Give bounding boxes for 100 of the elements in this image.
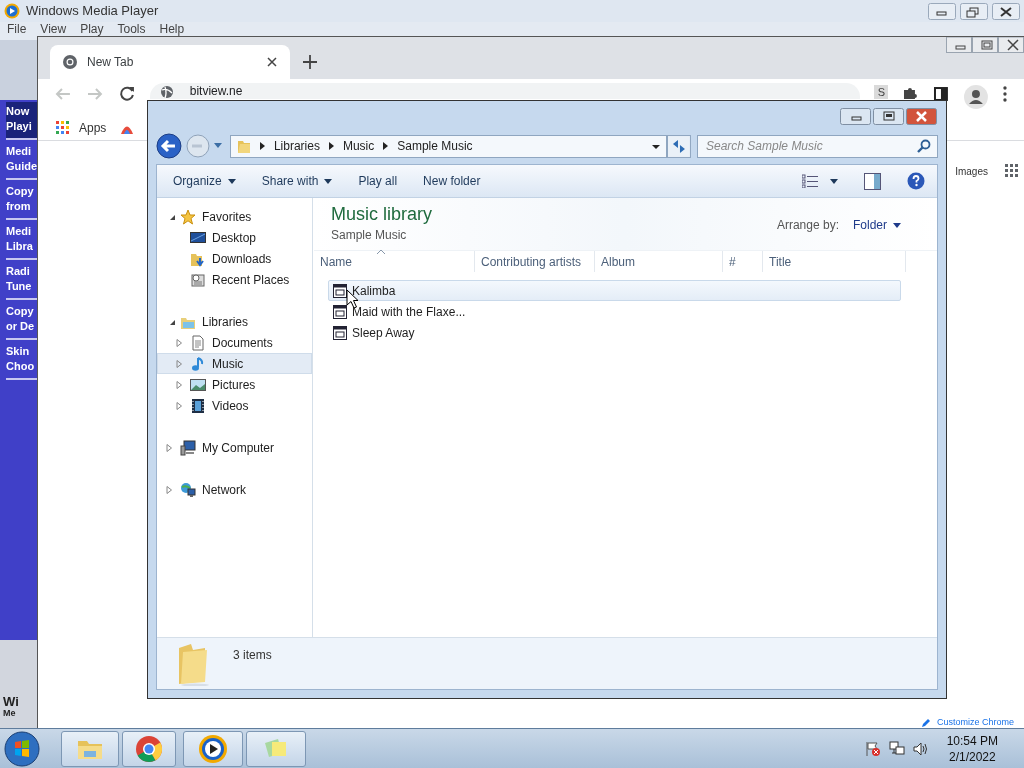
start-button[interactable] bbox=[3, 729, 41, 768]
nav-item[interactable]: Music bbox=[157, 353, 312, 374]
bookmark-item[interactable]: Apps bbox=[55, 118, 107, 137]
apps-grid-icon bbox=[55, 119, 71, 136]
menu-item[interactable]: File bbox=[7, 22, 27, 36]
nav-item[interactable]: Recent Places bbox=[157, 269, 312, 290]
breadcrumb-item[interactable]: Music bbox=[342, 137, 375, 155]
file-row[interactable]: Maid with the Flaxe... bbox=[328, 301, 901, 322]
reload-icon[interactable] bbox=[117, 85, 136, 103]
audio-file-icon bbox=[333, 283, 347, 298]
item-count: 3 items bbox=[233, 647, 272, 664]
new-tab-icon[interactable] bbox=[302, 54, 318, 70]
breadcrumb-item[interactable]: Sample Music bbox=[397, 137, 473, 155]
nav-item[interactable]: Libraries bbox=[157, 311, 312, 332]
audio-file-icon bbox=[333, 325, 347, 340]
volume-icon[interactable] bbox=[912, 740, 929, 757]
menu-item[interactable]: Play bbox=[80, 22, 104, 36]
star-icon bbox=[180, 208, 196, 225]
network-icon bbox=[180, 481, 196, 498]
search-icon[interactable] bbox=[917, 138, 931, 153]
picture-icon bbox=[190, 376, 206, 393]
close-button[interactable] bbox=[998, 37, 1024, 53]
restore-button[interactable] bbox=[960, 2, 988, 20]
computer-icon bbox=[180, 439, 196, 456]
search-field[interactable]: Search Sample Music bbox=[697, 134, 938, 158]
command-button[interactable]: Organize bbox=[165, 169, 244, 193]
nav-item[interactable]: Videos bbox=[157, 395, 312, 416]
logo-text: Me bbox=[3, 708, 17, 718]
column-header[interactable]: # bbox=[723, 251, 763, 272]
column-header[interactable]: Name bbox=[314, 251, 475, 272]
maximize-button[interactable] bbox=[873, 107, 904, 125]
minimize-button[interactable] bbox=[928, 2, 956, 20]
taskbar-button[interactable] bbox=[61, 730, 119, 767]
view-options-icon[interactable] bbox=[802, 174, 818, 188]
arrange-label: Arrange by: bbox=[776, 217, 839, 234]
caret-icon bbox=[893, 222, 901, 228]
recent-pages-icon[interactable] bbox=[213, 143, 222, 149]
preview-pane-icon[interactable] bbox=[864, 172, 881, 190]
media-player-icon bbox=[197, 732, 229, 765]
address-bar[interactable]: Libraries Music Sample Music bbox=[229, 134, 668, 158]
library-subtitle: Sample Music bbox=[331, 227, 408, 244]
sort-ascending-icon bbox=[377, 249, 385, 254]
command-button[interactable]: Share with bbox=[253, 169, 341, 193]
refresh-button[interactable] bbox=[667, 134, 691, 158]
customize-button[interactable]: Customize Chrome bbox=[920, 717, 1014, 728]
window-title: Windows Media Player bbox=[26, 2, 159, 21]
column-header[interactable]: Title bbox=[763, 251, 906, 272]
taskbar-button[interactable] bbox=[122, 730, 176, 767]
audio-file-icon bbox=[333, 304, 347, 319]
caret-icon bbox=[227, 178, 236, 184]
browser-logo-icon bbox=[62, 54, 78, 70]
address-bar[interactable]: bitview.ne bbox=[149, 83, 861, 99]
command-button[interactable]: New folder bbox=[415, 169, 489, 193]
nav-item[interactable]: Favorites bbox=[157, 206, 312, 227]
library-title: Music library bbox=[331, 203, 432, 226]
action-center-icon[interactable] bbox=[864, 740, 881, 757]
breadcrumb-item[interactable]: Libraries bbox=[273, 137, 320, 155]
monitor-icon bbox=[190, 229, 206, 246]
menu-icon[interactable] bbox=[1002, 85, 1008, 103]
link[interactable]: Images bbox=[955, 163, 988, 179]
close-button[interactable] bbox=[992, 2, 1020, 20]
nav-item[interactable]: Desktop bbox=[157, 227, 312, 248]
nav-item[interactable]: Downloads bbox=[157, 248, 312, 269]
help-icon[interactable] bbox=[907, 172, 925, 190]
chevron-icon bbox=[328, 142, 334, 150]
film-strip-icon bbox=[190, 397, 206, 414]
arrange-dropdown[interactable]: Folder bbox=[853, 216, 901, 234]
caret-icon[interactable] bbox=[830, 178, 838, 184]
taskbar-button[interactable] bbox=[246, 730, 306, 767]
browser-tab[interactable]: New Tab bbox=[50, 45, 290, 79]
clock[interactable]: 10:54 PM 2/1/2022 bbox=[946, 732, 998, 765]
menu-item[interactable]: View bbox=[40, 22, 67, 36]
column-header[interactable]: Album bbox=[595, 251, 723, 272]
extension-icon[interactable]: S bbox=[874, 85, 889, 99]
back-button[interactable] bbox=[156, 133, 182, 159]
nav-item[interactable]: Documents bbox=[157, 332, 312, 353]
media-player-icon bbox=[4, 3, 20, 19]
command-button[interactable]: Play all bbox=[350, 169, 406, 193]
menu-item[interactable]: Tools bbox=[117, 22, 146, 36]
nav-item[interactable]: Pictures bbox=[157, 374, 312, 395]
caret-icon bbox=[324, 178, 333, 184]
nav-item[interactable]: Network bbox=[157, 479, 312, 500]
profile-icon[interactable] bbox=[964, 85, 988, 109]
chevron-icon bbox=[383, 142, 389, 150]
close-tab-icon[interactable] bbox=[266, 56, 278, 68]
file-row[interactable]: Kalimba bbox=[328, 280, 901, 301]
logo-text: Wi bbox=[3, 695, 20, 708]
folder-icon bbox=[236, 138, 251, 154]
network-icon[interactable] bbox=[888, 740, 905, 757]
apps-grid-icon[interactable] bbox=[1004, 163, 1020, 179]
sidebar-icon[interactable] bbox=[932, 85, 951, 103]
file-row[interactable]: Sleep Away bbox=[328, 322, 901, 343]
puzzle-icon[interactable] bbox=[902, 85, 919, 99]
recent-places-icon bbox=[190, 271, 206, 288]
sidebar-item[interactable]: Now Playi bbox=[6, 102, 37, 140]
taskbar-button[interactable] bbox=[183, 730, 243, 767]
globe-icon bbox=[159, 85, 174, 99]
menu-item[interactable]: Help bbox=[159, 22, 185, 36]
nav-item[interactable]: My Computer bbox=[157, 437, 312, 458]
column-header[interactable]: Contributing artists bbox=[475, 251, 595, 272]
